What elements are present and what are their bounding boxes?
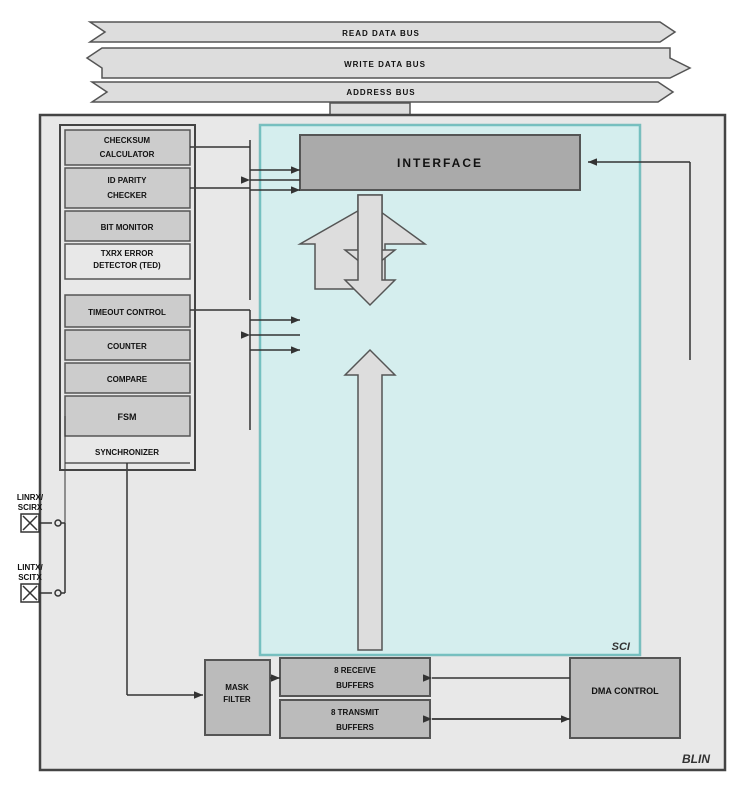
linrx-scirx-label: LINRX/ xyxy=(17,493,44,502)
transmit-buffers-label: 8 TRANSMIT xyxy=(331,708,379,717)
main-diagram-svg: READ DATA BUS WRITE DATA BUS ADDRESS BUS… xyxy=(10,10,742,785)
receive-buffers-label: 8 RECEIVE xyxy=(334,666,376,675)
compare-label: COMPARE xyxy=(107,375,148,384)
txrx-error-detector-label2: DETECTOR (TED) xyxy=(93,261,161,270)
interface-label: INTERFACE xyxy=(397,156,483,170)
mask-filter-label2: FILTER xyxy=(223,695,251,704)
bit-monitor-label: BIT MONITOR xyxy=(101,223,154,232)
linrx-scirx-label2: SCIRX xyxy=(18,503,43,512)
write-data-bus-label: WRITE DATA BUS xyxy=(344,60,426,69)
id-parity-checker-label2: CHECKER xyxy=(107,191,147,200)
id-parity-checker-label: ID PARITY xyxy=(108,176,148,185)
fsm-label: FSM xyxy=(118,412,137,422)
txrx-error-detector-label: TXRX ERROR xyxy=(101,249,154,258)
blin-label: BLIN xyxy=(682,752,710,766)
timeout-control-label: TIMEOUT CONTROL xyxy=(88,308,166,317)
checksum-calculator-label: CHECKSUM xyxy=(104,136,151,145)
lintx-scitx-label2: SCITX xyxy=(18,573,42,582)
mask-filter-label: MASK xyxy=(225,683,249,692)
counter-label: COUNTER xyxy=(107,342,147,351)
diagram-container: READ DATA BUS WRITE DATA BUS ADDRESS BUS… xyxy=(0,0,742,775)
transmit-buffers-label2: BUFFERS xyxy=(336,723,374,732)
lintx-scitx-label: LINTX/ xyxy=(17,563,43,572)
synchronizer-label: SYNCHRONIZER xyxy=(95,448,159,457)
receive-buffers-label2: BUFFERS xyxy=(336,681,374,690)
read-data-bus-label: READ DATA BUS xyxy=(342,29,420,38)
dma-control-label: DMA CONTROL xyxy=(591,686,659,696)
address-bus-label: ADDRESS BUS xyxy=(346,88,415,97)
checksum-calculator-label2: CALCULATOR xyxy=(100,150,155,159)
sci-label: SCI xyxy=(612,641,631,653)
